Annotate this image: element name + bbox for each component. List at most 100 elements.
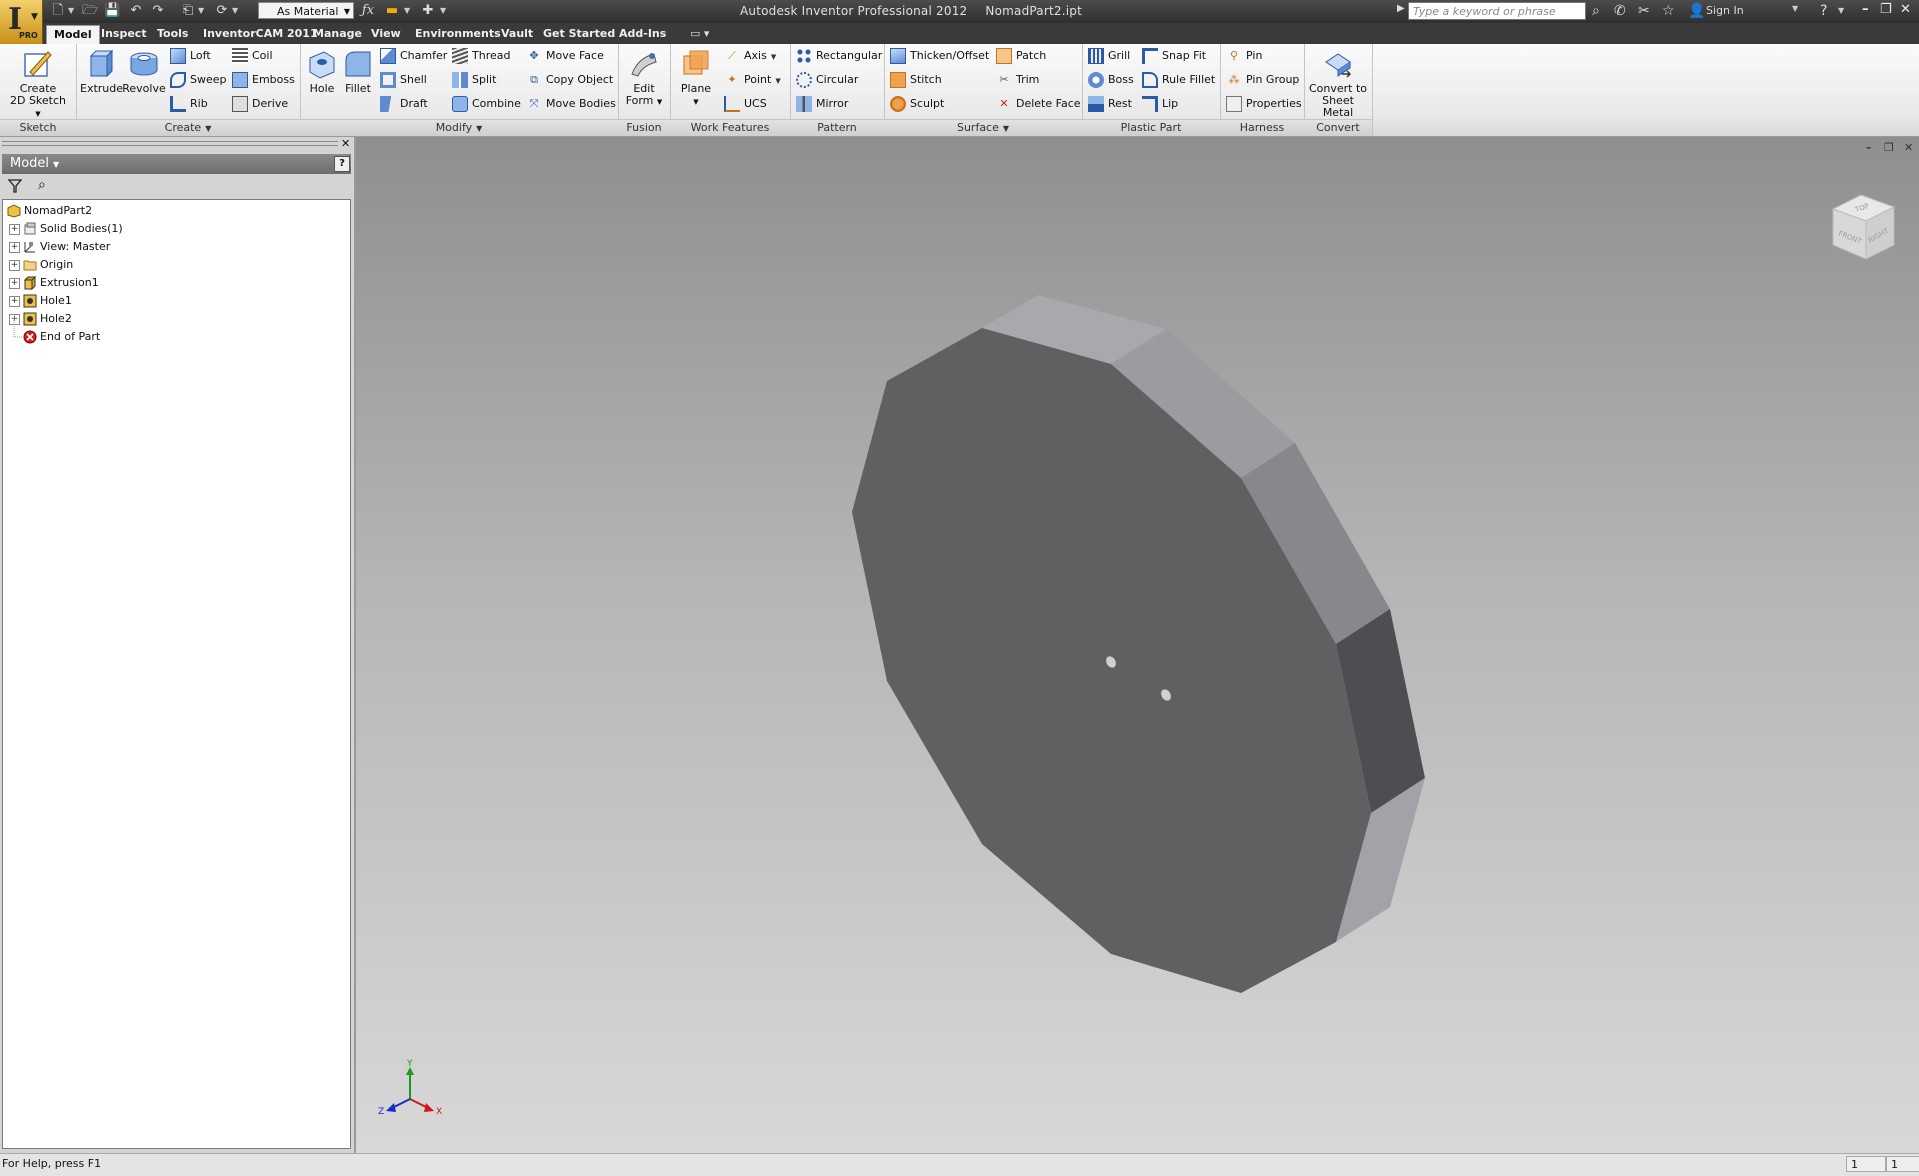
tab-manage[interactable]: Manage xyxy=(306,25,369,44)
chevron-down-icon[interactable]: ▼ xyxy=(1792,4,1798,13)
expand-icon[interactable]: + xyxy=(9,277,20,289)
surface-panel-title[interactable]: Surface ▼ xyxy=(884,119,1082,136)
patch-button[interactable]: Patch xyxy=(996,46,1046,66)
point-button[interactable]: ✦ Point ▼ xyxy=(724,70,780,90)
rectangular-pattern-button[interactable]: Rectangular xyxy=(796,46,882,66)
filter-icon[interactable] xyxy=(8,179,22,193)
move-bodies-button[interactable]: ⤧ Move Bodies xyxy=(526,94,616,114)
ucs-button[interactable]: UCS xyxy=(724,94,767,114)
tab-get-started[interactable]: Get Started xyxy=(536,25,622,44)
sign-in-link[interactable]: Sign In xyxy=(1706,4,1744,17)
pin-button[interactable]: ⚲ Pin xyxy=(1226,46,1262,66)
expand-icon[interactable]: + xyxy=(9,259,20,271)
rib-button[interactable]: Rib xyxy=(170,94,208,114)
browser-help-button[interactable]: ? xyxy=(334,156,350,172)
rest-button[interactable]: Rest xyxy=(1088,94,1132,114)
expand-icon[interactable]: + xyxy=(9,295,20,307)
return-icon[interactable]: ⎗ xyxy=(180,3,196,19)
tree-item-extrusion1[interactable]: + Extrusion1 xyxy=(9,274,99,292)
harness-properties-button[interactable]: Properties xyxy=(1226,94,1302,114)
new-file-icon[interactable]: 🗋 xyxy=(50,3,66,19)
close-icon[interactable]: ✕ xyxy=(341,137,350,150)
tree-item-origin[interactable]: + Origin xyxy=(9,256,73,274)
grill-button[interactable]: Grill xyxy=(1088,46,1130,66)
edit-form-button[interactable]: Edit Form ▼ xyxy=(622,48,666,108)
expand-icon[interactable]: + xyxy=(9,241,20,253)
chamfer-button[interactable]: Chamfer xyxy=(380,46,447,66)
expand-icon[interactable]: + xyxy=(9,223,20,235)
mirror-button[interactable]: Mirror xyxy=(796,94,848,114)
browser-header[interactable]: Model ▼ xyxy=(2,154,351,174)
draft-button[interactable]: Draft xyxy=(380,94,428,114)
lip-button[interactable]: Lip xyxy=(1142,94,1178,114)
tab-view[interactable]: View xyxy=(364,25,408,44)
coil-button[interactable]: Coil xyxy=(232,46,273,66)
convert-to-sheet-metal-button[interactable]: Convert to Sheet Metal xyxy=(1306,48,1370,119)
update-dropdown-icon[interactable]: ▼ xyxy=(232,3,238,19)
tab-model[interactable]: Model xyxy=(46,25,100,45)
sweep-button[interactable]: Sweep xyxy=(170,70,227,90)
parameters-fx-icon[interactable]: ƒx xyxy=(360,3,376,19)
qat-customize-icon[interactable]: ▼ xyxy=(440,3,446,19)
thread-button[interactable]: Thread xyxy=(452,46,510,66)
undo-icon[interactable]: ↶ xyxy=(128,3,144,19)
split-button[interactable]: Split xyxy=(452,70,496,90)
restore-icon[interactable]: ❐ xyxy=(1880,2,1892,18)
trim-button[interactable]: ✂ Trim xyxy=(996,70,1039,90)
tree-item-view-master[interactable]: + View: Master xyxy=(9,238,110,256)
modify-panel-title[interactable]: Modify ▼ xyxy=(300,119,618,136)
viewcube[interactable]: TOP FRONT RIGHT xyxy=(1816,187,1906,277)
appearance-dropdown-icon[interactable]: ▼ xyxy=(404,3,410,19)
appearance-icon[interactable]: ▬ xyxy=(384,3,400,19)
minimize-icon[interactable]: – xyxy=(1862,2,1869,18)
return-dropdown-icon[interactable]: ▼ xyxy=(198,3,204,19)
circular-pattern-button[interactable]: Circular xyxy=(796,70,858,90)
favorites-star-icon[interactable]: ☆ xyxy=(1662,3,1675,19)
tree-item-root[interactable]: NomadPart2 xyxy=(7,202,92,220)
axis-button[interactable]: ⟋ Axis ▼ xyxy=(724,46,776,66)
browser-drag-grip[interactable] xyxy=(2,141,338,146)
tab-vault[interactable]: Vault xyxy=(494,25,540,44)
select-priority-icon[interactable]: ✚ xyxy=(420,3,436,19)
tree-item-hole1[interactable]: + Hole1 xyxy=(9,292,72,310)
emboss-button[interactable]: Emboss xyxy=(232,70,295,90)
create-panel-title[interactable]: Create ▼ xyxy=(76,119,300,136)
graphics-viewport[interactable]: – ❐ ✕ TOP FRONT RIGHT Y X Z xyxy=(354,137,1919,1153)
user-icon[interactable]: 👤 xyxy=(1688,3,1705,19)
combine-button[interactable]: Combine xyxy=(452,94,521,114)
tree-item-solid-bodies[interactable]: + Solid Bodies(1) xyxy=(9,220,123,238)
tab-inspect[interactable]: Inspect xyxy=(94,25,154,44)
close-icon[interactable]: ✕ xyxy=(1900,2,1911,18)
tab-add-ins[interactable]: Add-Ins xyxy=(612,25,673,44)
fillet-button[interactable]: Fillet xyxy=(340,48,376,95)
open-folder-icon[interactable]: 🗁 xyxy=(82,3,98,19)
part-model[interactable] xyxy=(356,137,1919,1153)
hole-button[interactable]: Hole xyxy=(304,48,340,95)
plane-button[interactable]: Plane ▼ xyxy=(674,48,718,108)
subscription-icon[interactable]: ✂ xyxy=(1638,3,1650,19)
new-dropdown-icon[interactable]: ▼ xyxy=(68,3,74,19)
rule-fillet-button[interactable]: Rule Fillet xyxy=(1142,70,1215,90)
sculpt-button[interactable]: Sculpt xyxy=(890,94,944,114)
tab-tools[interactable]: Tools xyxy=(150,25,195,44)
help-icon[interactable]: ? xyxy=(1820,3,1827,19)
save-icon[interactable]: 💾 xyxy=(104,3,120,19)
help-dropdown-icon[interactable]: ▼ xyxy=(1838,3,1844,19)
pin-group-button[interactable]: ⁂ Pin Group xyxy=(1226,70,1300,90)
snap-fit-button[interactable]: Snap Fit xyxy=(1142,46,1206,66)
revolve-button[interactable]: Revolve xyxy=(122,48,166,95)
move-face-button[interactable]: ✥ Move Face xyxy=(526,46,603,66)
derive-button[interactable]: Derive xyxy=(232,94,288,114)
boss-button[interactable]: Boss xyxy=(1088,70,1134,90)
loft-button[interactable]: Loft xyxy=(170,46,211,66)
create-2d-sketch-button[interactable]: Create 2D Sketch ▼ xyxy=(6,48,70,120)
ribbon-display-toggle-icon[interactable]: ▭ ▾ xyxy=(690,27,709,40)
binoculars-find-icon[interactable]: ⌕ xyxy=(38,177,46,193)
redo-icon[interactable]: ↷ xyxy=(150,3,166,19)
delete-face-button[interactable]: ✕ Delete Face xyxy=(996,94,1080,114)
copy-object-button[interactable]: ⧉ Copy Object xyxy=(526,70,613,90)
application-menu-button[interactable]: I ▼ PRO xyxy=(0,0,43,44)
tree-item-end-of-part[interactable]: End of Part xyxy=(23,328,100,346)
shell-button[interactable]: Shell xyxy=(380,70,427,90)
thicken-offset-button[interactable]: Thicken/Offset xyxy=(890,46,989,66)
